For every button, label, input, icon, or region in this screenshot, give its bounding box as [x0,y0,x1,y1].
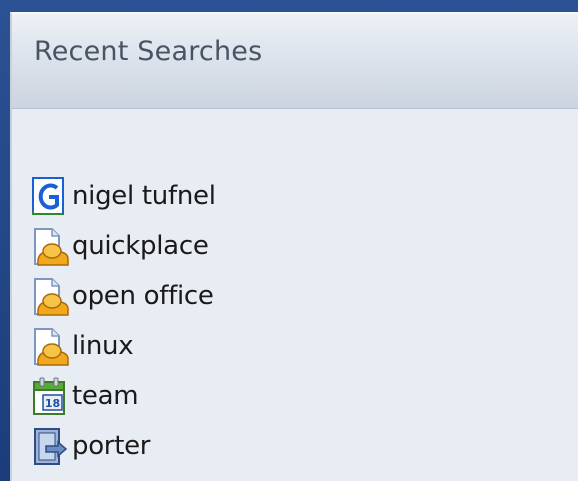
recent-searches-list: nigel tufnel quickplace open office linu… [12,172,412,472]
window-frame: Recent Searches nigel tufnel quickplace … [0,0,578,481]
contact-card-icon [32,427,70,467]
search-label: team [72,381,139,411]
search-label: porter [72,431,151,461]
svg-text:18: 18 [45,397,60,410]
local-search-icon [32,277,70,317]
local-search-icon [32,227,70,267]
search-label: linux [72,331,134,361]
panel-header: Recent Searches [12,14,578,109]
search-label: nigel tufnel [72,181,216,211]
search-item-quickplace[interactable]: quickplace [12,222,412,272]
recent-searches-panel: Recent Searches nigel tufnel quickplace … [10,12,578,481]
local-search-icon [32,327,70,367]
search-label: open office [72,281,214,311]
google-icon [32,177,70,217]
panel-title: Recent Searches [34,36,263,67]
search-item-team[interactable]: 18 team [12,372,412,422]
search-item-open-office[interactable]: open office [12,272,412,322]
search-item-porter[interactable]: porter [12,422,412,472]
search-item-linux[interactable]: linux [12,322,412,372]
search-label: quickplace [72,231,209,261]
calendar-icon: 18 [32,377,70,417]
search-item-nigel-tufnel[interactable]: nigel tufnel [12,172,412,222]
